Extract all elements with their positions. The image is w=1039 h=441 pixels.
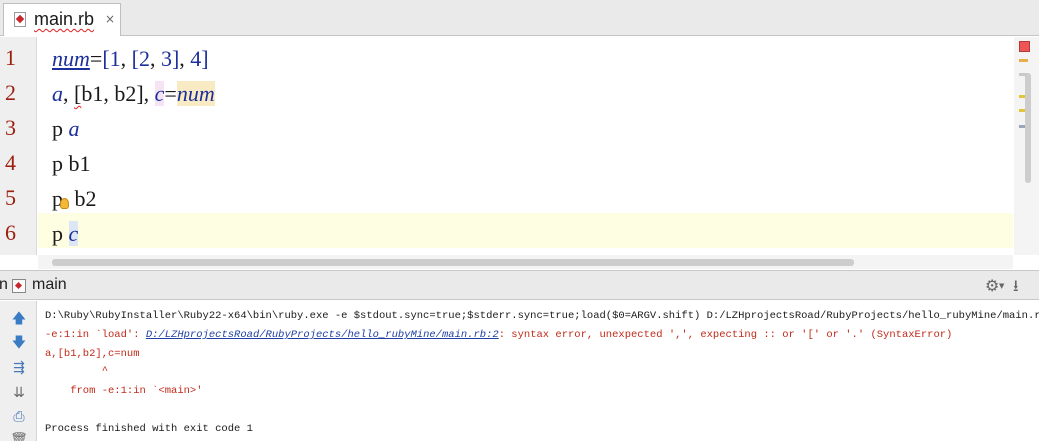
code-token: b1 bbox=[68, 151, 91, 176]
code-token: c bbox=[68, 221, 79, 246]
code-token: ] bbox=[201, 46, 209, 71]
code-token: [ bbox=[102, 46, 110, 71]
run-panel-header: n main ⚙ ▼ ⭳ bbox=[0, 270, 1039, 300]
code-token: = bbox=[164, 81, 177, 106]
code-token: 1 bbox=[109, 46, 121, 71]
code-token: , bbox=[179, 46, 191, 71]
close-tab-icon[interactable]: × bbox=[105, 12, 115, 26]
code-token: [ bbox=[131, 46, 139, 71]
run-tab-title[interactable]: main bbox=[32, 276, 67, 294]
editor-tab-bar: main.rb × bbox=[0, 0, 1039, 36]
up-arrow-icon[interactable]: 🡅 bbox=[10, 310, 28, 328]
ruby-file-icon bbox=[14, 12, 26, 27]
code-token: c bbox=[154, 81, 165, 106]
code-area[interactable]: num=[1, [2, 3], 4] a, [b1, b2], c=num p … bbox=[38, 37, 1013, 255]
code-editor[interactable]: 1 2 3 4 5 6 num=[1, [2, 3], 4] a, [b1, b… bbox=[0, 37, 1039, 269]
code-line-2[interactable]: a, [b1, b2], c=num bbox=[52, 76, 215, 111]
clear-icon[interactable]: 🗑 bbox=[10, 431, 28, 441]
hide-panel-icon[interactable]: ⭳ bbox=[1013, 275, 1019, 302]
print-icon[interactable]: ⎙ bbox=[10, 408, 28, 426]
code-token: a bbox=[68, 116, 80, 141]
code-token: 3 bbox=[160, 46, 172, 71]
run-label-prefix: n bbox=[0, 276, 8, 293]
code-token: 4 bbox=[190, 46, 202, 71]
line-number: 1 bbox=[5, 45, 16, 70]
tab-label: main.rb bbox=[34, 9, 95, 29]
line-number: 3 bbox=[5, 115, 16, 140]
line-number: 5 bbox=[5, 185, 16, 210]
horizontal-scrollbar[interactable] bbox=[38, 255, 1013, 269]
vertical-scrollbar-thumb[interactable] bbox=[1025, 73, 1031, 183]
code-line-6[interactable]: p c bbox=[52, 216, 79, 251]
line-number: 6 bbox=[5, 220, 16, 245]
code-token: p bbox=[52, 116, 69, 141]
code-token: b2 bbox=[69, 186, 97, 211]
line-number: 4 bbox=[5, 150, 16, 175]
code-token: 2 bbox=[138, 46, 150, 71]
code-token: = bbox=[89, 46, 103, 71]
code-token: , bbox=[103, 81, 115, 106]
error-file-link[interactable]: D:/LZHprojectsRoad/RubyProjects/hello_ru… bbox=[146, 329, 499, 341]
code-token: , bbox=[120, 46, 132, 71]
code-token: num bbox=[52, 46, 90, 71]
code-token: b2 bbox=[114, 81, 137, 106]
current-line-highlight bbox=[38, 213, 1013, 248]
code-token: num bbox=[176, 81, 215, 106]
console-source-line: a,[b1,b2],c=num bbox=[45, 348, 140, 360]
code-token: , bbox=[63, 81, 74, 106]
code-line-3[interactable]: p a bbox=[52, 111, 80, 146]
down-arrow-icon[interactable]: 🡇 bbox=[10, 334, 28, 352]
error-message: : syntax error, unexpected ',', expectin… bbox=[498, 329, 953, 341]
console-from-line: from -e:1:in `<main>' bbox=[45, 385, 203, 397]
code-token: a bbox=[52, 81, 63, 106]
tab-main-rb[interactable]: main.rb × bbox=[3, 3, 121, 36]
run-toolbar: 🡅 🡇 ⇶ ⇊ ⎙ 🗑 bbox=[0, 301, 37, 441]
code-token: p bbox=[52, 151, 69, 176]
console-command-line: D:\Ruby\RubyInstaller\Ruby22-x64\bin\rub… bbox=[45, 310, 1039, 322]
console-exit-line: Process finished with exit code 1 bbox=[45, 423, 253, 435]
code-line-1[interactable]: num=[1, [2, 3], 4] bbox=[52, 41, 209, 76]
run-config-icon bbox=[12, 279, 26, 293]
console-output[interactable]: D:\Ruby\RubyInstaller\Ruby22-x64\bin\rub… bbox=[38, 301, 1039, 441]
soft-wrap-icon[interactable]: ⇶ bbox=[10, 359, 28, 377]
code-token: ], bbox=[136, 81, 155, 106]
line-number: 2 bbox=[5, 80, 16, 105]
lightbulb-icon[interactable] bbox=[60, 198, 69, 209]
code-token: , bbox=[149, 46, 161, 71]
code-line-5[interactable]: p b2 bbox=[52, 181, 97, 216]
error-indicator-icon[interactable] bbox=[1019, 41, 1030, 52]
gear-icon[interactable]: ⚙ bbox=[985, 276, 999, 295]
code-token: p bbox=[52, 221, 69, 246]
chevron-down-icon[interactable]: ▼ bbox=[999, 282, 1004, 290]
line-number-gutter: 1 2 3 4 5 6 bbox=[0, 37, 37, 255]
console-caret-line: ^ bbox=[45, 365, 109, 377]
error-prefix: -e:1:in `load': bbox=[45, 329, 146, 341]
horizontal-scrollbar-thumb[interactable] bbox=[52, 259, 854, 266]
scroll-to-end-icon[interactable]: ⇊ bbox=[10, 384, 28, 402]
code-token: b1 bbox=[81, 81, 104, 106]
warning-mark[interactable] bbox=[1019, 59, 1028, 62]
console-error-line: -e:1:in `load': D:/LZHprojectsRoad/RubyP… bbox=[45, 329, 952, 341]
code-line-4[interactable]: p b1 bbox=[52, 146, 91, 181]
